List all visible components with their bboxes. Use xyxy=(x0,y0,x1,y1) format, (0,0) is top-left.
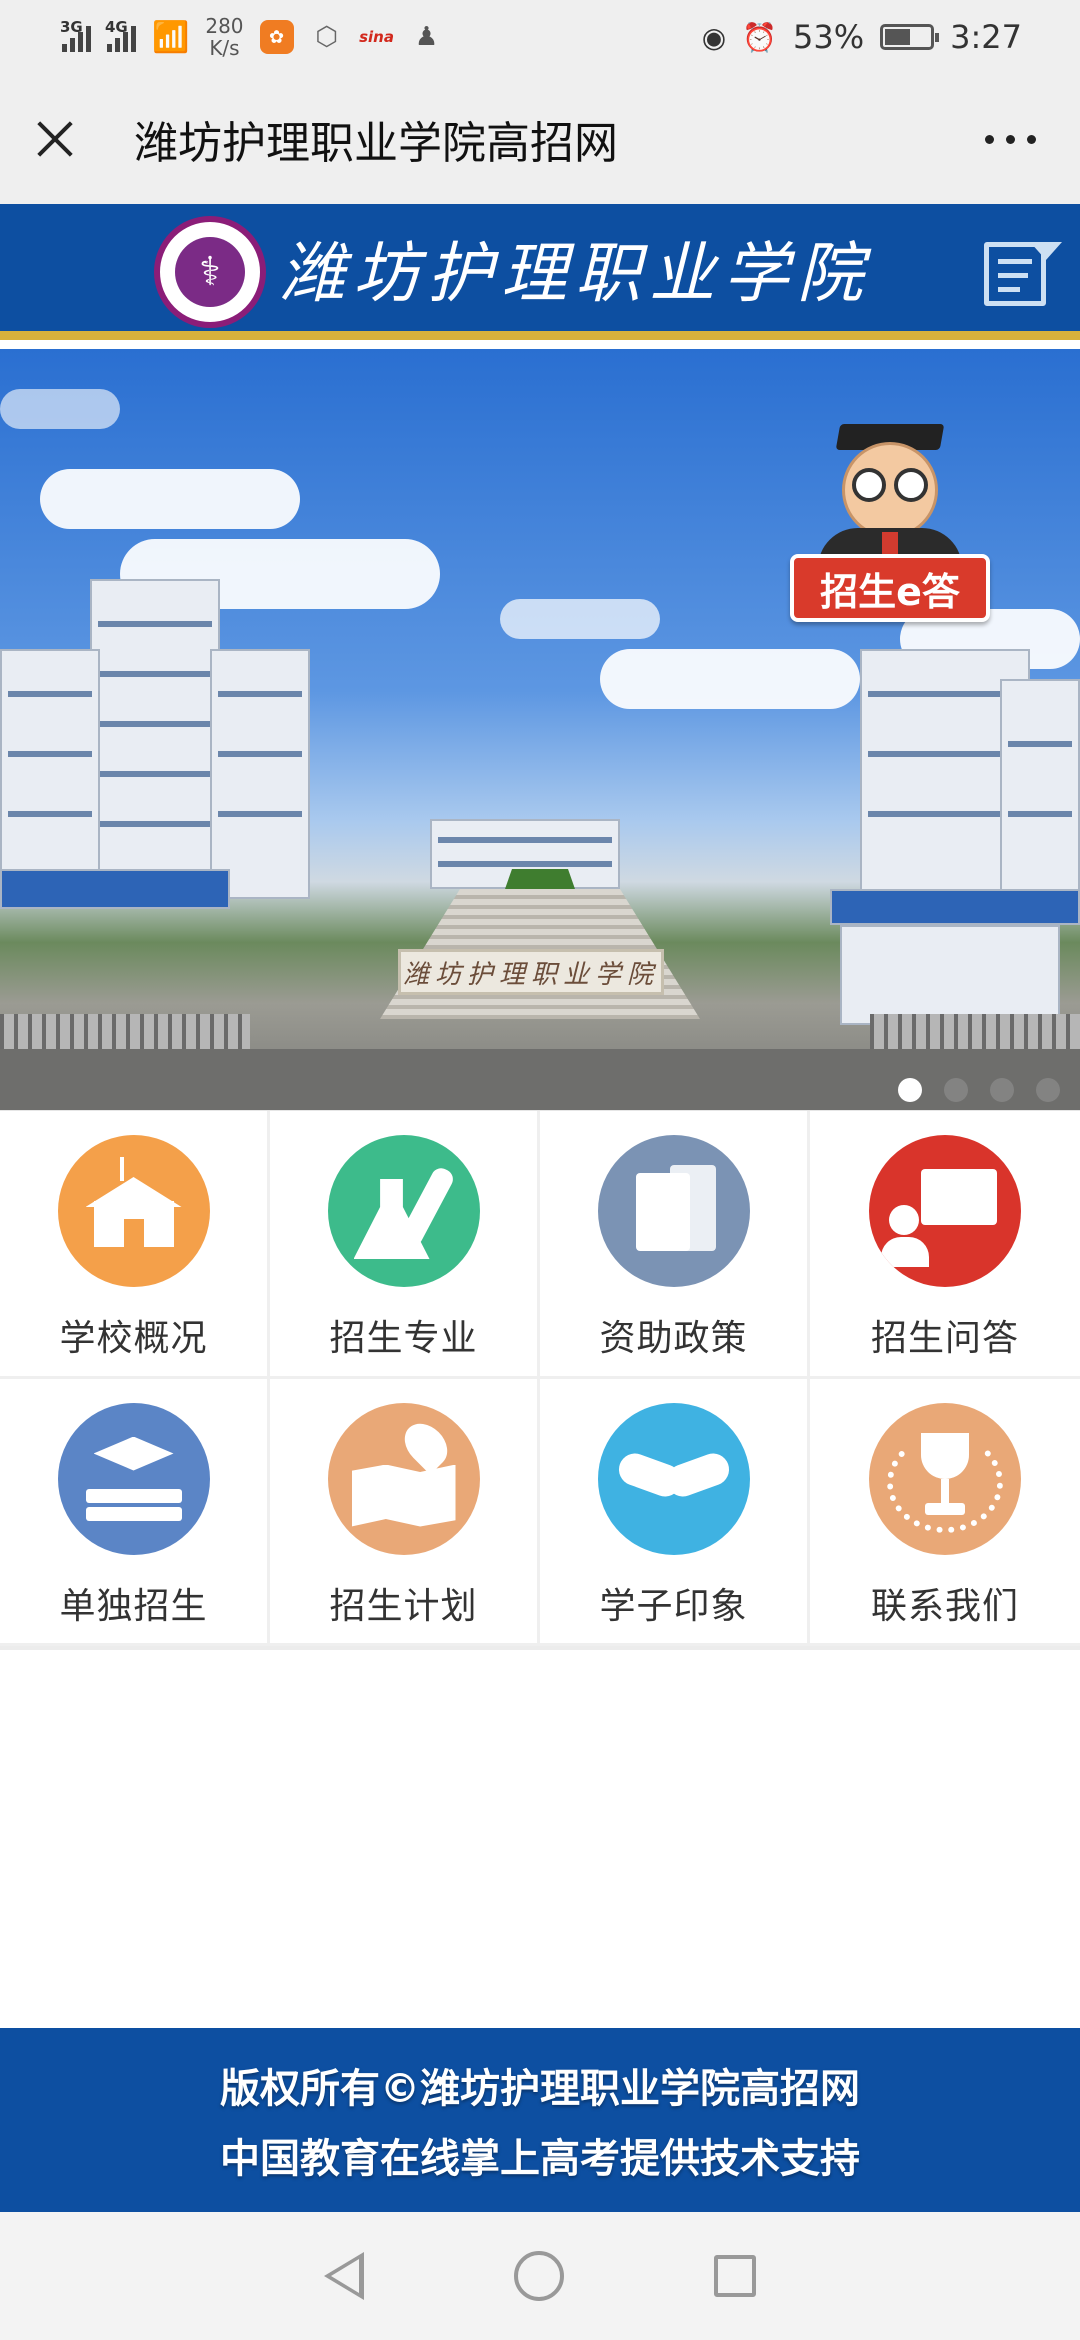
menu-item-label: 资助政策 xyxy=(599,1318,748,1359)
network-speed: 280 K/s xyxy=(205,15,243,59)
menu-item-label: 单独招生 xyxy=(59,1585,208,1627)
more-options-icon[interactable] xyxy=(985,134,1036,144)
wifi-icon: 📶 xyxy=(152,19,190,55)
menu-item-label: 招生计划 xyxy=(329,1585,478,1627)
carousel-dot[interactable] xyxy=(944,1078,968,1102)
menu-item-admissions-qa[interactable]: 招生问答 xyxy=(810,1111,1080,1379)
menu-item-label: 招生专业 xyxy=(329,1318,478,1359)
home-icon[interactable] xyxy=(514,2251,564,2301)
menu-item-majors[interactable]: 招生专业 xyxy=(270,1111,540,1379)
clock: 3:27 xyxy=(950,18,1022,56)
menu-item-school-overview[interactable]: 学校概况 xyxy=(0,1111,270,1379)
carousel-dot[interactable] xyxy=(990,1078,1014,1102)
school-name: 潍坊护理职业学院 xyxy=(279,234,871,312)
document-icon xyxy=(597,1135,750,1287)
signal-3g-label: 3G xyxy=(60,18,83,36)
settings-hex-icon: ⬡ xyxy=(315,22,338,52)
status-bar: 3G 4G 📶 280 K/s ✿ ⬡ sina ♟ ◉ ⏰ 53% 3:27 xyxy=(0,0,1080,74)
caduceus-icon: ⚕ xyxy=(175,237,245,307)
back-icon[interactable] xyxy=(324,2252,364,2300)
site-header: ⚕ 潍坊护理职业学院 xyxy=(0,204,1080,340)
map-pin-icon xyxy=(327,1402,480,1555)
menu-item-financial-aid[interactable]: 资助政策 xyxy=(540,1111,810,1379)
mascot-badge: 招生e答 xyxy=(790,554,990,622)
eye-icon: ◉ xyxy=(701,20,727,54)
speed-unit: K/s xyxy=(209,36,240,60)
school-building-icon xyxy=(57,1135,210,1287)
banner-carousel[interactable]: 潍坊护理职业学院 招生e答 xyxy=(0,349,1080,1110)
title-bar: 潍坊护理职业学院高招网 xyxy=(0,74,1080,204)
close-icon[interactable] xyxy=(28,112,82,166)
footer-copyright: 版权所有©潍坊护理职业学院高招网 xyxy=(220,2066,860,2112)
page-footer: 版权所有©潍坊护理职业学院高招网 中国教育在线掌上高考提供技术支持 xyxy=(0,2028,1080,2212)
menu-grid: 学校概况 招生专业 资助政策 招生问答 单独招生 招生计划 学子印象 联系我们 xyxy=(0,1110,1080,1650)
battery-icon xyxy=(880,24,940,50)
sina-icon: sina xyxy=(359,28,394,46)
battery-percent: 53% xyxy=(793,18,865,56)
menu-item-enrollment-plan[interactable]: 招生计划 xyxy=(270,1378,540,1646)
menu-item-label: 学校概况 xyxy=(59,1318,208,1359)
menu-item-label: 联系我们 xyxy=(870,1585,1019,1627)
alarm-icon: ⏰ xyxy=(742,20,778,54)
uc-browser-icon: ✿ xyxy=(259,20,294,54)
menu-item-independent-enrollment[interactable]: 单独招生 xyxy=(0,1378,270,1646)
menu-item-label: 学子印象 xyxy=(599,1585,748,1627)
speed-value: 280 xyxy=(205,14,244,38)
footer-tech-support: 中国教育在线掌上高考提供技术支持 xyxy=(220,2136,860,2182)
menu-item-contact-us[interactable]: 联系我们 xyxy=(810,1379,1080,1646)
qq-penguin-icon: ♟ xyxy=(414,22,439,52)
recent-apps-icon[interactable] xyxy=(714,2255,756,2297)
admissions-qa-mascot[interactable]: 招生e答 xyxy=(790,424,990,634)
status-right: ◉ ⏰ 53% 3:27 xyxy=(702,18,1022,56)
menu-item-label: 招生问答 xyxy=(870,1318,1019,1359)
carousel-indicators xyxy=(898,1078,1060,1102)
page-title: 潍坊护理职业学院高招网 xyxy=(134,118,618,169)
trophy-icon xyxy=(869,1402,1021,1555)
signal-4g-label: 4G xyxy=(105,18,128,36)
signal-3g-icon: 3G xyxy=(60,18,91,52)
system-nav-bar xyxy=(0,2212,1080,2340)
menu-item-student-impressions[interactable]: 学子印象 xyxy=(540,1378,810,1646)
handshake-icon xyxy=(597,1402,750,1555)
carousel-dot[interactable] xyxy=(898,1078,922,1102)
menu-list-icon[interactable] xyxy=(980,236,1062,310)
school-logo: ⚕ xyxy=(154,216,266,328)
campus-gate-sign: 潍坊护理职业学院 xyxy=(398,949,664,995)
graduation-book-icon xyxy=(57,1402,210,1555)
signal-4g-icon: 4G xyxy=(105,18,136,52)
presenter-board-icon xyxy=(869,1135,1021,1287)
carousel-dot[interactable] xyxy=(1036,1078,1060,1102)
flask-icon xyxy=(327,1135,480,1287)
status-left: 3G 4G 📶 280 K/s ✿ ⬡ sina ♟ xyxy=(60,15,444,59)
